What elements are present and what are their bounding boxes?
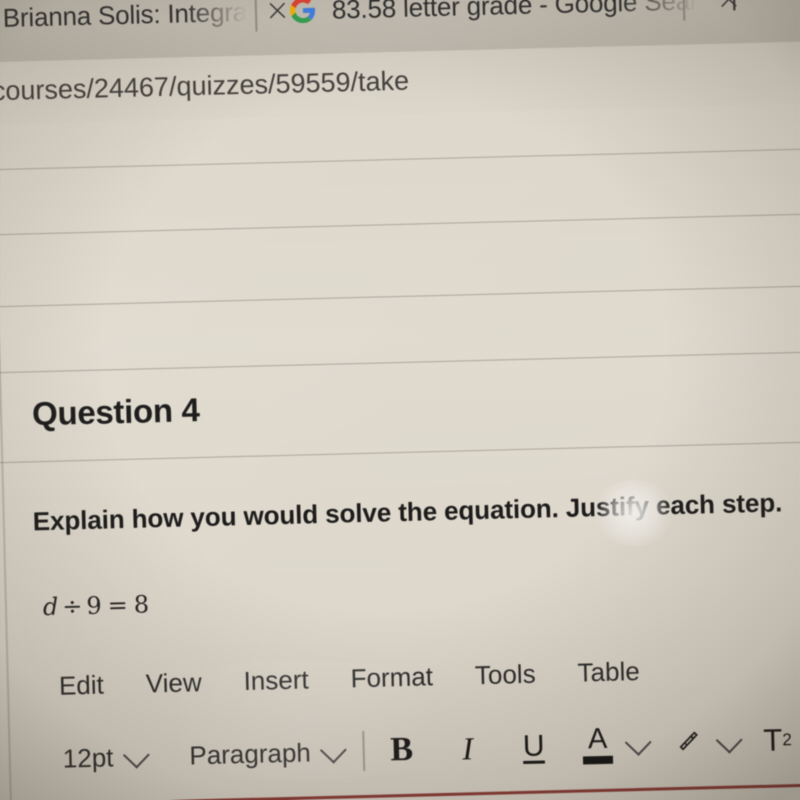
toolbar-divider — [362, 731, 366, 772]
divider — [0, 284, 800, 309]
close-icon[interactable]: × — [264, 0, 290, 28]
chevron-down-icon[interactable] — [624, 728, 652, 756]
chevron-down-icon[interactable] — [715, 726, 743, 754]
menu-item-table[interactable]: Table — [577, 656, 640, 689]
highlighter-pen-icon — [675, 725, 702, 760]
question-header-top-divider — [0, 350, 800, 375]
editor-menu-bar: Edit View Insert Format Tools Table — [59, 656, 641, 702]
browser-tab-2-title: 83.58 letter grade - Google Sear — [331, 0, 699, 25]
equation-variable: d — [42, 592, 59, 622]
browser-tab-2[interactable]: 83.58 letter grade - Google Sear × — [289, 0, 742, 37]
screen-content: for Brianna Solis: Integra × 83.58 lette… — [0, 0, 800, 800]
chevron-down-icon — [319, 736, 347, 764]
divider — [0, 212, 800, 237]
question-heading: Question 4 — [31, 391, 201, 433]
question-header-bottom-divider — [0, 440, 800, 465]
italic-button[interactable]: I — [452, 726, 483, 771]
tab-separator — [682, 0, 686, 21]
editor-toolbar: 12pt Paragraph B I U A T 2 — [62, 717, 800, 780]
highlight-color-button[interactable] — [673, 720, 704, 765]
superscript-base: T — [762, 722, 783, 758]
block-format-select[interactable]: Paragraph — [188, 736, 347, 771]
text-color-label: A — [587, 722, 608, 756]
browser-tab-1-title: for Brianna Solis: Integra — [0, 0, 248, 33]
underline-button[interactable]: U — [518, 724, 549, 769]
new-tab-button[interactable]: + — [714, 0, 754, 22]
font-size-select[interactable]: 12pt — [62, 741, 150, 774]
browser-tab-1[interactable]: for Brianna Solis: Integra × — [0, 0, 291, 45]
equation-result: 8 — [133, 590, 150, 619]
superscript-button[interactable]: T2 — [762, 718, 793, 763]
answer-textarea[interactable] — [61, 782, 800, 800]
google-g-icon — [289, 0, 317, 24]
menu-item-tools[interactable]: Tools — [475, 659, 536, 692]
divider — [0, 147, 800, 172]
chevron-down-icon — [122, 741, 150, 769]
quiz-page-body: Question 4 Explain how you would solve t… — [0, 102, 800, 800]
block-format-value: Paragraph — [188, 736, 312, 770]
menu-item-view[interactable]: View — [145, 667, 202, 699]
menu-item-insert[interactable]: Insert — [243, 664, 309, 697]
text-color-swatch — [582, 755, 614, 765]
equation-operator: ÷ — [61, 592, 83, 621]
menu-item-format[interactable]: Format — [350, 661, 433, 694]
equation-operand: 9 — [86, 591, 103, 620]
bold-button[interactable]: B — [386, 728, 417, 773]
font-size-value: 12pt — [62, 741, 114, 774]
question-prompt: Explain how you would solve the equation… — [32, 487, 783, 537]
text-color-button[interactable]: A — [582, 722, 614, 768]
equation-equals: = — [107, 590, 129, 620]
equation-text: d ÷ 9 = 8 — [43, 590, 150, 621]
menu-item-edit[interactable]: Edit — [59, 670, 105, 702]
superscript-exponent: 2 — [782, 730, 793, 750]
screen-photo: for Brianna Solis: Integra × 83.58 lette… — [0, 0, 800, 800]
